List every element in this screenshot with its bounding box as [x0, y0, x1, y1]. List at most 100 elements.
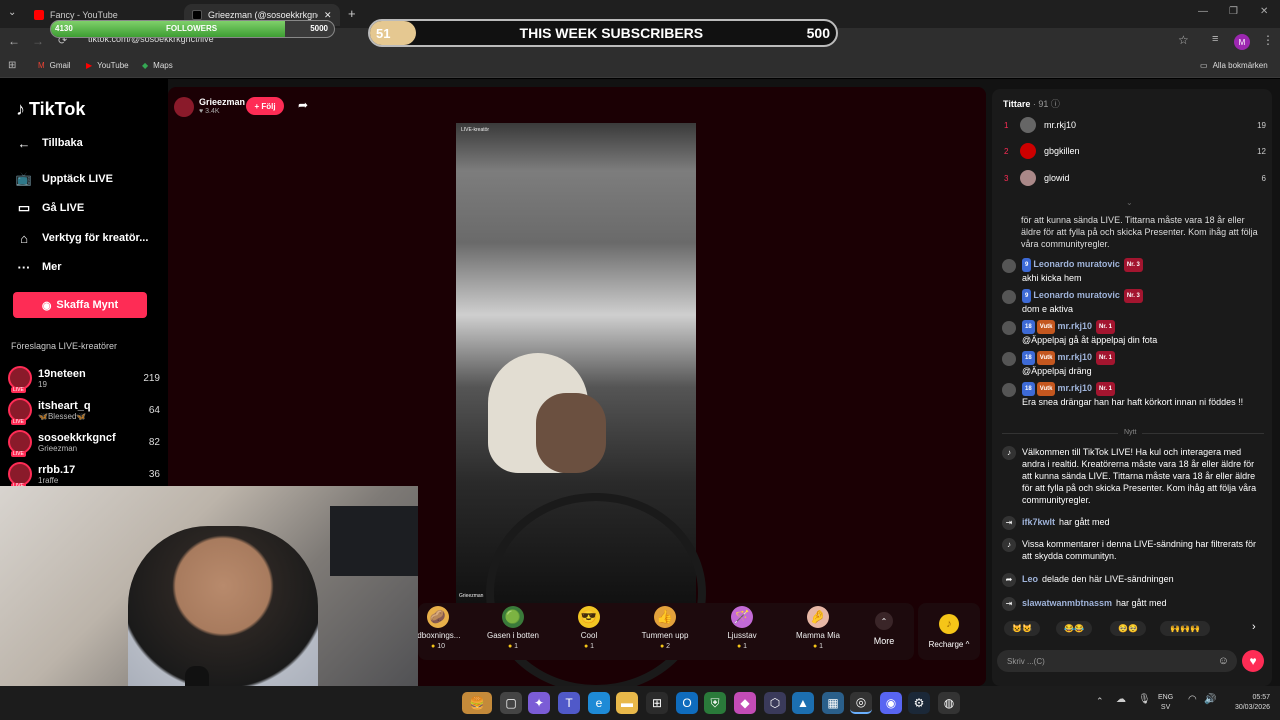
subs-label: THIS WEEK SUBSCRIBERS: [519, 25, 704, 41]
tab-title: Fancy - YouTube: [50, 10, 118, 20]
taskbar-outlook-icon[interactable]: O: [676, 692, 698, 714]
taskbar-shield-icon[interactable]: ⛨: [704, 692, 726, 714]
gift-item[interactable]: 👍 Tummen upp 2: [633, 606, 697, 650]
bookmark-youtube[interactable]: ▶ YouTube: [86, 61, 129, 70]
get-coins-button[interactable]: ◉ Skaffa Mynt: [13, 292, 147, 318]
viewers-title: Tittare: [1003, 99, 1031, 109]
chat-username[interactable]: Leo: [1022, 574, 1038, 584]
follow-button[interactable]: + Följ: [246, 97, 284, 115]
clock[interactable]: 05:57 30/03/2026: [1222, 693, 1270, 713]
volume-icon[interactable]: 🔊: [1204, 694, 1216, 705]
live-video[interactable]: LIVE-kreatör Grieezman: [456, 123, 706, 693]
avatar: [1002, 383, 1016, 397]
taskbar-edge-icon[interactable]: e: [588, 692, 610, 714]
bookmark-label: Gmail: [49, 61, 71, 70]
host-name[interactable]: Grieezman: [199, 97, 245, 107]
bookmark-maps[interactable]: ◆ Maps: [142, 61, 173, 70]
close-tab-icon[interactable]: ✕: [324, 10, 332, 21]
level-badge: 9: [1022, 258, 1032, 272]
tab-search-icon[interactable]: ⌄: [8, 7, 16, 18]
network-tray-icon[interactable]: ☁: [1116, 694, 1126, 705]
taskbar-obs-icon[interactable]: ◍: [938, 692, 960, 714]
chat-username[interactable]: slawatwanmbtnassm: [1022, 598, 1112, 608]
avatar: [8, 366, 32, 393]
minimize-icon[interactable]: —: [1198, 6, 1208, 17]
menu-kebab-icon[interactable]: ⋮: [1262, 33, 1274, 47]
chevron-right-icon[interactable]: ›: [1252, 621, 1256, 633]
taskbar-chrome-icon[interactable]: ◎: [850, 692, 872, 714]
gift-price: 2: [660, 643, 670, 650]
gift-item[interactable]: 🪄 Ljusstav 1: [710, 606, 774, 650]
taskbar-discord-icon[interactable]: ◉: [880, 692, 902, 714]
sidebar-item-more[interactable]: ··· Mer: [16, 259, 62, 275]
new-tab-icon[interactable]: +: [348, 6, 356, 21]
taskbar-photos-icon[interactable]: ▲: [792, 692, 814, 714]
bookmark-star-icon[interactable]: ☆: [1178, 33, 1189, 47]
taskbar-store-icon[interactable]: ⊞: [646, 692, 668, 714]
quick-reaction-chip[interactable]: 😺😺: [1004, 621, 1040, 636]
info-icon[interactable]: ⓘ: [1051, 99, 1060, 109]
chat-username[interactable]: Leonardo muratovic: [1033, 290, 1120, 300]
gift-item[interactable]: 🟢 Gasen i botten 1: [481, 606, 545, 650]
chat-username[interactable]: mr.rkj10: [1057, 383, 1092, 393]
tiktok-logo[interactable]: ♪ TikTok: [16, 99, 85, 120]
more-gifts-button[interactable]: ⌃ More: [862, 612, 906, 646]
top-viewer-row[interactable]: 1 mr.rkj10 19: [1004, 117, 1266, 133]
close-window-icon[interactable]: ✕: [1260, 6, 1268, 17]
tray-chevron-icon[interactable]: ⌃: [1096, 696, 1104, 707]
mic-tray-icon[interactable]: 🎙: [1138, 694, 1151, 705]
chat-username[interactable]: Leonardo muratovic: [1033, 259, 1120, 269]
top-viewer-row[interactable]: 3 glowid 6: [1004, 170, 1266, 186]
media-controls-icon[interactable]: ≡: [1212, 33, 1218, 45]
sidebar-item-go-live[interactable]: ▭ Gå LIVE: [16, 200, 84, 216]
quick-reaction-chip[interactable]: 😂😂: [1056, 621, 1092, 636]
back-icon[interactable]: ←: [8, 34, 20, 48]
taskbar-app-icon[interactable]: ⬡: [764, 692, 786, 714]
quick-reaction-chip[interactable]: 🥺🥺: [1110, 621, 1146, 636]
suggested-creator[interactable]: 19neteen19 219: [8, 366, 160, 393]
chat-message: 18 Vutk mr.rkj10 Nr. 1 @Äppelpaj dräng: [1002, 351, 1264, 377]
sidebar-item-discover-live[interactable]: 📺 Upptäck LIVE: [16, 171, 113, 187]
recharge-button[interactable]: ♪ Recharge ^: [918, 603, 980, 660]
expand-chevron-icon[interactable]: ⌄: [1126, 198, 1133, 207]
taskbar-steam-icon[interactable]: ⚙: [908, 692, 930, 714]
gift-item[interactable]: 🤌 Mamma Mia 1: [786, 606, 850, 650]
taskbar-gallery-icon[interactable]: ▦: [822, 692, 844, 714]
bookmark-gmail[interactable]: M Gmail: [38, 61, 71, 70]
taskbar-teams-icon[interactable]: T: [558, 692, 580, 714]
sidebar-item-creator-tools[interactable]: ⌂ Verktyg för kreatör...: [16, 230, 148, 246]
system-message: för att kunna sända LIVE. Tittarna måste…: [1021, 215, 1258, 249]
profile-avatar[interactable]: M: [1234, 34, 1250, 50]
taskbar-task-view-icon[interactable]: ▢: [500, 692, 522, 714]
top-viewer-row[interactable]: 2 gbgkillen 12: [1004, 143, 1266, 159]
taskbar-m365-icon[interactable]: ◆: [734, 692, 756, 714]
back-button[interactable]: ← Tillbaka: [16, 135, 83, 151]
gift-item[interactable]: 😎 Cool 1: [557, 606, 621, 650]
quick-reaction-chip[interactable]: 🙌🙌🙌: [1160, 621, 1210, 636]
avatar: [1002, 290, 1016, 304]
host-avatar[interactable]: [174, 97, 194, 117]
viewer-score: 12: [1257, 146, 1266, 156]
share-icon[interactable]: ➦: [298, 98, 308, 112]
chat-username[interactable]: ifk7kwlt: [1022, 517, 1055, 527]
forward-icon[interactable]: →: [32, 34, 44, 48]
suggested-creator[interactable]: sosoekkrkgncfGrieezman 82: [8, 430, 160, 457]
maximize-icon[interactable]: ❐: [1229, 6, 1238, 17]
all-bookmarks[interactable]: ▭ Alla bokmärken: [1200, 61, 1268, 70]
join-message: ⇥ ifk7kwlt har gått med: [1002, 516, 1264, 530]
rank-badge: Nr. 1: [1096, 351, 1116, 365]
wifi-icon[interactable]: ◠: [1188, 694, 1197, 705]
language-indicator[interactable]: ENG SV: [1158, 693, 1173, 713]
sidebar-item-label: Gå LIVE: [42, 202, 85, 214]
taskbar-copilot-icon[interactable]: ✦: [528, 692, 550, 714]
chat-input[interactable]: Skriv ...(C) ☺: [997, 650, 1237, 672]
taskbar-explorer-icon[interactable]: ▬: [616, 692, 638, 714]
suggested-creator[interactable]: itsheart_q🦋Blessed🦋 64: [8, 398, 160, 425]
chat-username[interactable]: mr.rkj10: [1057, 321, 1092, 331]
taskbar-widget-icon[interactable]: 🍔: [462, 692, 492, 714]
suggested-creator[interactable]: rrbb.171raffe 36: [8, 462, 160, 489]
emoji-picker-icon[interactable]: ☺: [1218, 655, 1229, 667]
apps-grid-icon[interactable]: ⊞: [8, 60, 16, 71]
chat-username[interactable]: mr.rkj10: [1057, 352, 1092, 362]
like-heart-button[interactable]: ♥: [1242, 650, 1264, 672]
